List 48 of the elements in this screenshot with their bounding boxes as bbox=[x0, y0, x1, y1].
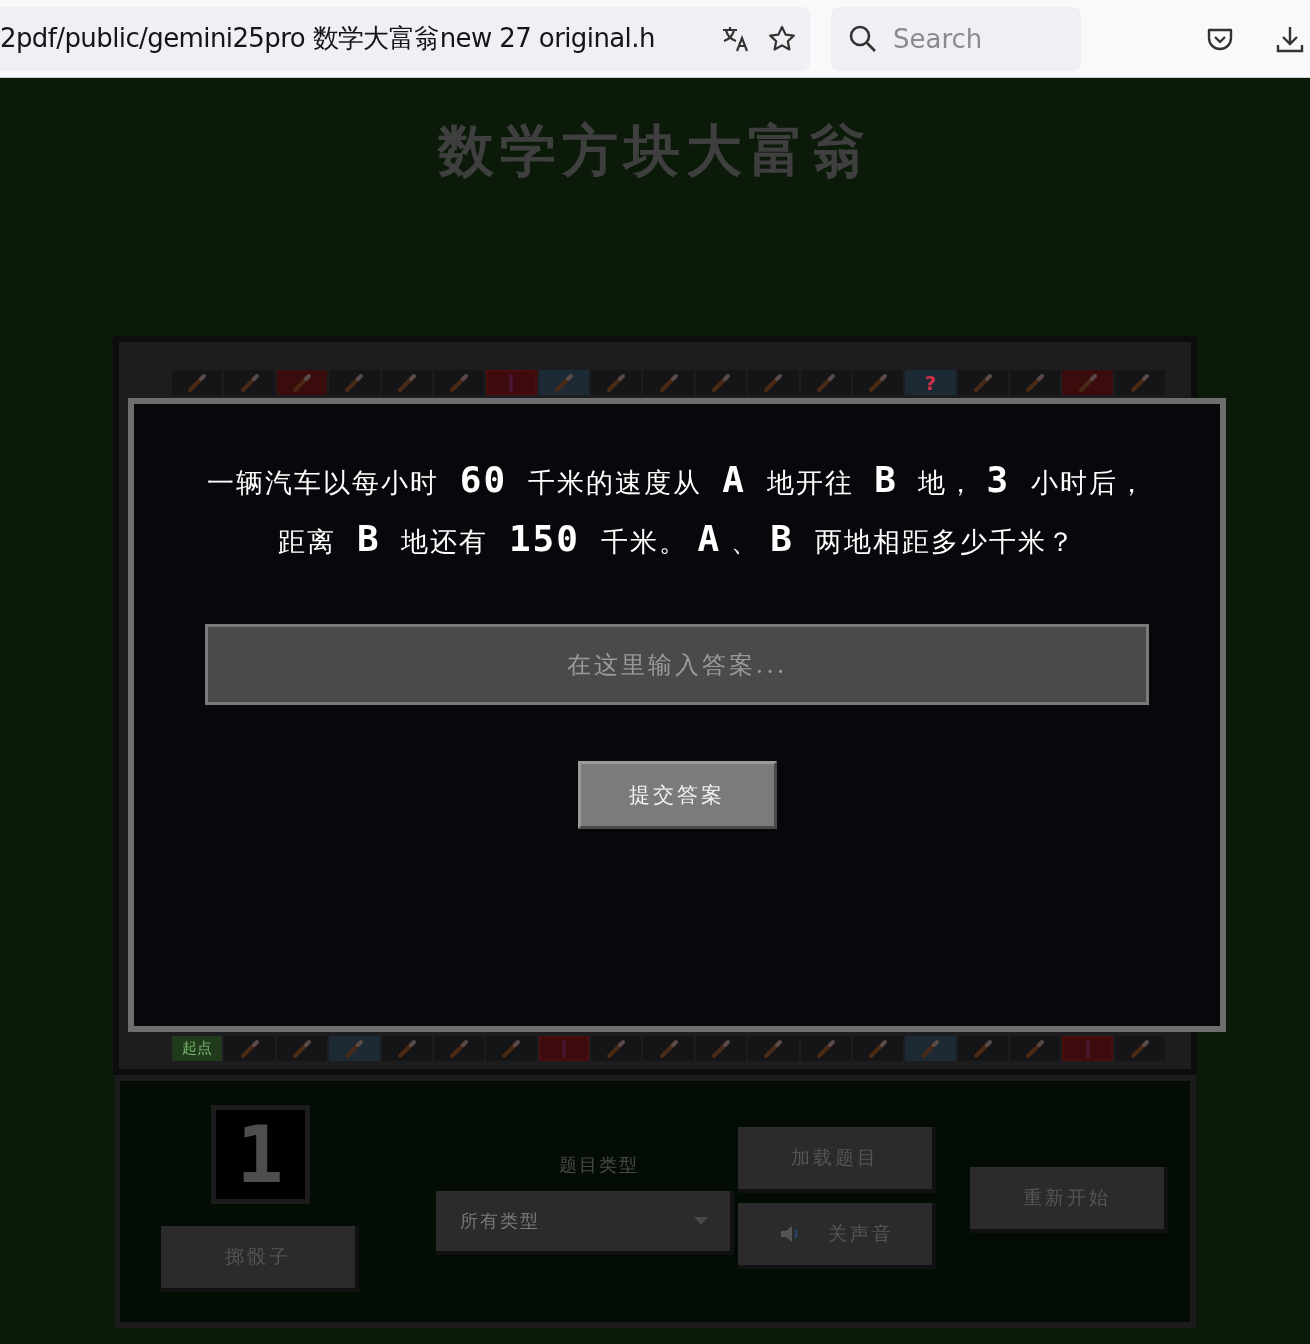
address-bar[interactable]: 2pdf/public/gemini25pro 数学大富翁new 27 original.h bbox=[0, 6, 810, 71]
pencil-icon bbox=[344, 372, 365, 393]
pencil-icon bbox=[763, 1038, 784, 1059]
question-text: 一辆汽车以每小时 60 千米的速度从 A 地开往 B 地，3 小时后，距离 B 地还有 150 千米。A、B 两地相距多少千米？ bbox=[206, 458, 1148, 561]
pencil-icon bbox=[658, 372, 679, 393]
url-text: 2pdf/public/gemini25pro 数学大富翁new 27 original.h bbox=[0, 22, 656, 55]
pencil-icon bbox=[868, 1038, 889, 1059]
pencil-icon bbox=[501, 1038, 522, 1059]
pencil-icon bbox=[344, 1038, 365, 1059]
pencil-icon bbox=[396, 1038, 417, 1059]
question-mark: ? bbox=[924, 370, 937, 395]
start-label: 起点 bbox=[182, 1039, 213, 1058]
pencil-icon bbox=[1077, 372, 1098, 393]
pencil-icon bbox=[1025, 372, 1046, 393]
pencil-icon bbox=[763, 372, 784, 393]
pencil-icon bbox=[1129, 372, 1150, 393]
question-type-select[interactable]: 所有类型 bbox=[436, 1191, 734, 1255]
bar-icon bbox=[509, 373, 514, 392]
pencil-icon bbox=[291, 372, 312, 393]
bar-icon bbox=[1085, 1039, 1090, 1058]
question-type-label: 题目类型 bbox=[559, 1153, 639, 1177]
pencil-icon bbox=[396, 372, 417, 393]
pencil-icon bbox=[658, 1038, 679, 1059]
pencil-icon bbox=[815, 372, 836, 393]
pencil-icon bbox=[606, 372, 627, 393]
pencil-icon bbox=[449, 1038, 470, 1059]
pencil-icon bbox=[972, 1038, 993, 1059]
pencil-icon bbox=[449, 372, 470, 393]
answer-field[interactable]: 在这里输入答案... bbox=[205, 624, 1149, 705]
search-field[interactable]: Search bbox=[831, 6, 1081, 71]
pencil-icon bbox=[239, 1038, 260, 1059]
submit-answer-button[interactable]: 提交答案 bbox=[577, 761, 777, 829]
pencil-icon bbox=[868, 372, 889, 393]
pencil-icon bbox=[606, 1038, 627, 1059]
pencil-icon bbox=[920, 1038, 941, 1059]
pencil-icon bbox=[187, 372, 208, 393]
caret-icon bbox=[694, 1217, 708, 1225]
dice-face: 1 bbox=[210, 1105, 310, 1204]
pencil-icon bbox=[239, 372, 260, 393]
pencil-icon bbox=[815, 1038, 836, 1059]
pencil-icon bbox=[553, 372, 574, 393]
pencil-icon bbox=[710, 372, 731, 393]
pencil-icon bbox=[291, 1038, 312, 1059]
pencil-icon bbox=[1025, 1038, 1046, 1059]
pencil-icon bbox=[972, 372, 993, 393]
pencil-icon bbox=[710, 1038, 731, 1059]
bar-icon bbox=[561, 1039, 566, 1058]
pencil-icon bbox=[1129, 1038, 1150, 1059]
